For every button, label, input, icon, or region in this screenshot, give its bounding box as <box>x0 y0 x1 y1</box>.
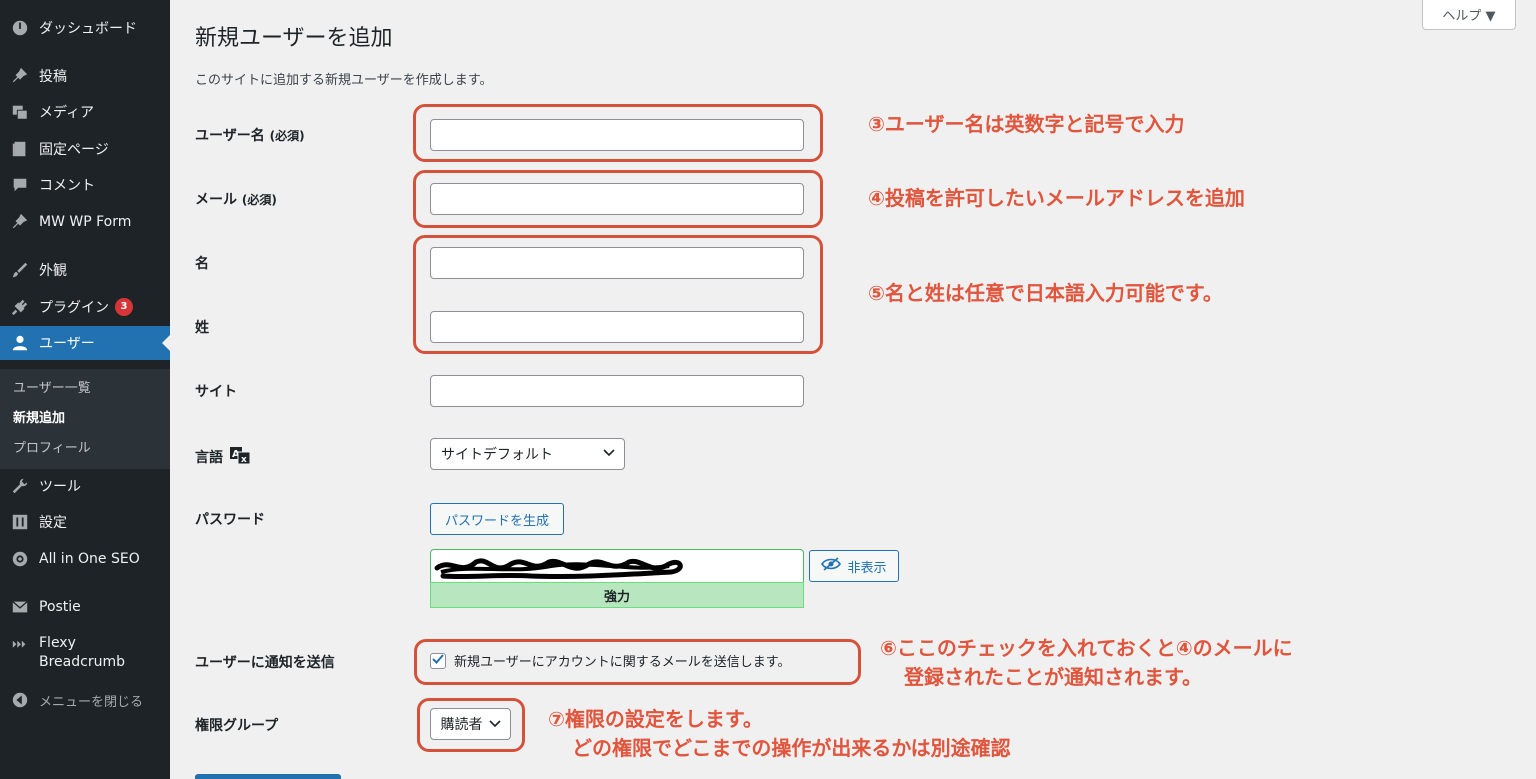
site-label: サイト <box>195 384 237 400</box>
sidebar-item-label: メディア <box>39 105 95 121</box>
sidebar-item-appearance[interactable]: 外観 <box>0 255 170 285</box>
sidebar-item-label: メニューを閉じる <box>39 694 144 710</box>
last-name-input[interactable] <box>430 311 804 343</box>
submenu-item-profile[interactable]: プロフィール <box>13 437 91 456</box>
collapse-icon <box>10 690 30 710</box>
first-name-label: 名 <box>195 256 209 272</box>
sidebar-item-media[interactable]: メディア <box>0 97 170 127</box>
sidebar-item-tools[interactable]: ツール <box>0 471 170 501</box>
translation-icon: Ax <box>229 445 251 469</box>
hide-password-button[interactable]: 非表示 <box>809 550 899 582</box>
page-title: 新規ユーザーを追加 <box>195 26 393 51</box>
email-label: メール (必須) <box>195 192 277 208</box>
admin-sidebar: ダッシュボード 投稿 メディア 固定ページ コメント MW WP Form 外観… <box>0 0 170 779</box>
settings-icon <box>10 512 30 532</box>
sidebar-item-posts[interactable]: 投稿 <box>0 61 170 91</box>
chevron-down-icon <box>602 446 616 462</box>
annotation-role-line1: ⑦権限の設定をします。 <box>548 707 763 731</box>
username-label: ユーザー名 (必須) <box>195 128 305 144</box>
sidebar-item-label: プラグイン <box>39 300 109 316</box>
annotation-role-line2: どの権限でどこまでの操作が出来るかは別途確認 <box>572 736 1011 760</box>
eye-slash-icon <box>821 557 842 575</box>
wrench-icon <box>10 476 30 496</box>
page-icon <box>10 139 30 159</box>
comment-icon <box>10 175 30 195</box>
password-input[interactable] <box>430 549 804 583</box>
notify-option: 新規ユーザーにアカウントに関するメールを送信します。 <box>430 651 790 670</box>
submenu-item-all-users[interactable]: ユーザー一覧 <box>13 377 91 396</box>
notify-text: 新規ユーザーにアカウントに関するメールを送信します。 <box>454 655 791 670</box>
sidebar-item-pages[interactable]: 固定ページ <box>0 134 170 164</box>
sidebar-item-label: ユーザー <box>39 336 95 352</box>
sidebar-item-label: ダッシュボード <box>39 21 137 37</box>
checkmark-icon <box>432 653 444 668</box>
submenu-item-add-new[interactable]: 新規追加 <box>13 407 65 426</box>
redacted-scribble <box>434 558 683 580</box>
sidebar-item-label: All in One SEO <box>39 551 140 567</box>
sidebar-item-mw-wp-form[interactable]: MW WP Form <box>0 207 170 237</box>
chevron-down-icon <box>488 716 501 732</box>
role-label: 権限グループ <box>195 718 279 734</box>
annotation-notify-line1: ⑥ここのチェックを入れておくと④のメールに <box>880 636 1293 660</box>
main-content: 新規ユーザーを追加 ヘルプ ▼ このサイトに追加する新規ユーザーを作成します。 … <box>170 0 1536 779</box>
language-select[interactable]: サイトデフォルト <box>430 438 625 470</box>
help-button[interactable]: ヘルプ ▼ <box>1422 0 1516 30</box>
sidebar-item-label: 投稿 <box>39 69 67 85</box>
annotation-email: ④投稿を許可したいメールアドレスを追加 <box>868 186 1245 210</box>
password-label: パスワード <box>195 512 265 528</box>
pin-icon <box>10 66 30 86</box>
sidebar-item-all-in-one-seo[interactable]: All in One SEO <box>0 544 170 574</box>
sidebar-item-dashboard[interactable]: ダッシュボード <box>0 13 170 43</box>
sidebar-item-flexy-breadcrumb[interactable]: Flexy Breadcrumb <box>0 634 170 678</box>
sidebar-item-label: 外観 <box>39 263 67 279</box>
role-select[interactable]: 購読者 <box>430 708 511 740</box>
brush-icon <box>10 260 30 280</box>
add-user-button[interactable] <box>195 774 341 779</box>
sidebar-item-label: 固定ページ <box>39 142 109 158</box>
notify-label: ユーザーに通知を送信 <box>195 655 335 671</box>
annotation-names: ⑤名と姓は任意で日本語入力可能です。 <box>868 281 1223 305</box>
sidebar-item-label: コメント <box>39 178 95 194</box>
sidebar-item-settings[interactable]: 設定 <box>0 507 170 537</box>
sidebar-item-label: Flexy Breadcrumb <box>39 635 125 670</box>
sidebar-item-postie[interactable]: Postie <box>0 592 170 622</box>
annotation-notify-line2: 登録されたことが通知されます。 <box>904 665 1202 689</box>
email-input[interactable] <box>430 183 804 215</box>
page-subtitle: このサイトに追加する新規ユーザーを作成します。 <box>195 73 493 88</box>
users-submenu: ユーザー一覧 新規追加 プロフィール <box>0 369 170 469</box>
site-input[interactable] <box>430 375 804 407</box>
breadcrumb-icon <box>10 636 30 656</box>
user-icon <box>10 333 30 353</box>
sidebar-item-plugins[interactable]: プラグイン 3 <box>0 292 170 322</box>
pin-icon <box>10 212 30 232</box>
password-strength-meter: 強力 <box>430 582 804 608</box>
svg-text:x: x <box>241 455 247 465</box>
collapse-menu-button[interactable]: メニューを閉じる <box>0 685 170 715</box>
sidebar-item-comments[interactable]: コメント <box>0 170 170 200</box>
sidebar-item-users[interactable]: ユーザー <box>0 326 170 360</box>
sidebar-item-label: ツール <box>39 479 81 495</box>
sidebar-item-label: MW WP Form <box>39 214 132 230</box>
notify-checkbox[interactable] <box>430 652 446 669</box>
username-input[interactable] <box>430 119 804 151</box>
dashboard-icon <box>10 18 30 38</box>
last-name-label: 姓 <box>195 320 209 336</box>
mail-icon <box>10 597 30 617</box>
update-count-badge: 3 <box>115 298 133 316</box>
language-label: 言語 Ax <box>195 445 251 469</box>
plugin-icon <box>10 297 30 317</box>
sidebar-item-label: 設定 <box>39 515 67 531</box>
media-icon <box>10 102 30 122</box>
generate-password-button[interactable]: パスワードを生成 <box>430 503 564 535</box>
sidebar-item-label: Postie <box>39 599 81 615</box>
seo-icon <box>10 549 30 569</box>
first-name-input[interactable] <box>430 247 804 279</box>
annotation-username: ③ユーザー名は英数字と記号で入力 <box>868 112 1185 136</box>
